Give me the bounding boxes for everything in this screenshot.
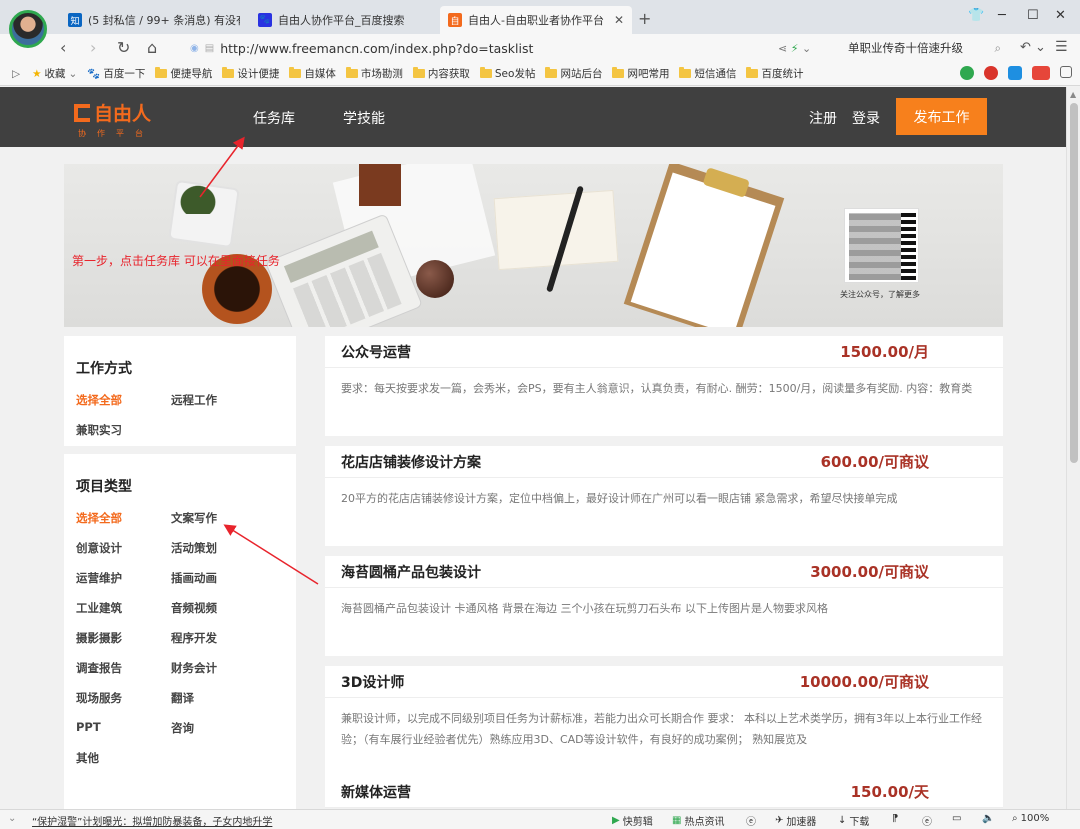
search-text: 单职业传奇十倍速升级 [848, 41, 963, 55]
address-bar-row: ‹ › ↻ ⌂ ◉ ▤ http://www.freemancn.com/ind… [0, 34, 1080, 62]
bookmark-folder[interactable]: Seo发帖 [479, 66, 535, 81]
bookmark-baidu[interactable]: 🐾 百度一下 [87, 66, 145, 81]
news-ticker[interactable]: “保护湿警”计划曝光：拟增加防暴装备，子女内地升学 [32, 813, 272, 828]
bookmarks-bar: ▷ ★ 收藏 ⌄ 🐾 百度一下 便捷导航 设计便捷 自媒体 市场勘测 内容获取 Seo… [0, 62, 1080, 86]
bookmark-folder[interactable]: 设计便捷 [222, 66, 279, 81]
bookmark-folder[interactable]: 百度统计 [746, 66, 803, 81]
shirt-skin-icon[interactable]: 👕 [968, 8, 984, 23]
bookmark-folder[interactable]: 内容获取 [412, 66, 470, 81]
annotation-arrows [199, 136, 319, 585]
bookmark-favorites[interactable]: ★ 收藏 ⌄ [32, 66, 77, 81]
tab-label: 自由人协作平台_百度搜索 [278, 14, 405, 27]
adblock-extension-icon[interactable] [984, 66, 998, 80]
news-icon: ▦ [672, 815, 682, 826]
freeman-favicon-icon: 自 [448, 13, 462, 27]
baidu-paw-icon: 🐾 [87, 68, 101, 80]
url-field[interactable]: ◉ ▤ http://www.freemancn.com/index.php?d… [190, 37, 830, 59]
bookmark-folder[interactable]: 短信通信 [679, 66, 736, 81]
undo-icon[interactable]: ↶ ⌄ [1020, 40, 1046, 55]
folder-icon [545, 67, 558, 78]
browser-status-bar: ⌄ “保护湿警”计划曝光：拟增加防暴装备，子女内地升学 ▶ 快剪辑 ▦ 热点资讯 ⓔ… [0, 809, 1080, 829]
bookmark-folder[interactable]: 网吧常用 [612, 66, 669, 81]
ie-icon[interactable]: ⓔ [746, 813, 756, 828]
web-page: 自由人 协作平台 任务库 学技能 注册 登录 发布工作 关注公众号，了解更多 第… [0, 87, 1066, 809]
sidebar-toggle-icon[interactable]: ▷ [12, 68, 20, 80]
back-button[interactable]: ‹ [60, 38, 66, 57]
search-icon[interactable]: ⌕ [995, 41, 1001, 56]
bookmark-folder[interactable]: 便捷导航 [155, 66, 212, 81]
screenshot-extension-icon[interactable] [1032, 66, 1050, 80]
status-download[interactable]: ↓ 下载 [838, 813, 869, 828]
browser-tab-baidu[interactable]: 🐾 自由人协作平台_百度搜索 [250, 6, 436, 34]
page-icon: ▤ [204, 42, 215, 54]
page-scrollbar[interactable]: ▲ [1066, 87, 1080, 809]
browser-tab-zhihu[interactable]: 知 (5 封私信 / 99+ 条消息) 有没有… [60, 6, 240, 34]
wechat-extension-icon[interactable] [960, 66, 974, 80]
window-icon[interactable]: ▭ [952, 813, 961, 824]
bookmark-folder[interactable]: 市场勘测 [345, 66, 403, 81]
download-icon: ↓ [838, 815, 847, 826]
expand-icon[interactable]: ⌄ [8, 813, 16, 824]
ie-icon[interactable]: ⓔ [922, 813, 932, 828]
security-icon: ◉ [190, 42, 199, 54]
browser-tab-freeman-active[interactable]: 自 自由人-自由职业者协作平台 ✕ [440, 6, 632, 34]
folder-icon [289, 67, 302, 78]
user-avatar[interactable] [9, 10, 47, 48]
share-icon[interactable]: ⋖ ⚡ ⌄ [778, 42, 811, 55]
sound-icon[interactable]: 🔈 [982, 813, 994, 824]
url-text: http://www.freemancn.com/index.php?do=ta… [220, 40, 534, 56]
rocket-icon: ✈ [775, 815, 784, 826]
folder-icon [746, 67, 759, 78]
folder-icon [679, 67, 692, 78]
menu-icon[interactable]: ☰ [1055, 39, 1068, 55]
play-icon: ▶ [612, 815, 620, 826]
forward-button[interactable]: › [90, 38, 96, 57]
maximize-button[interactable]: ☐ [1027, 8, 1039, 23]
folder-icon [412, 67, 425, 78]
tab-label: 自由人-自由职业者协作平台 [468, 14, 604, 27]
baidu-paw-icon: 🐾 [258, 13, 272, 27]
extension-icons [960, 66, 1072, 80]
reload-button[interactable]: ↻ [117, 38, 130, 57]
minimize-button[interactable]: ─ [998, 8, 1006, 23]
close-window-button[interactable]: ✕ [1055, 8, 1066, 23]
scroll-up-icon[interactable]: ▲ [1070, 90, 1076, 99]
arrow-to-copywriting [223, 524, 319, 585]
browser-tab-bar: 知 (5 封私信 / 99+ 条消息) 有没有… 🐾 自由人协作平台_百度搜索 … [0, 0, 1080, 48]
new-tab-button[interactable]: + [638, 9, 651, 28]
status-accelerator[interactable]: ✈ 加速器 [775, 813, 816, 828]
status-quickcut[interactable]: ▶ 快剪辑 [612, 813, 653, 828]
home-button[interactable]: ⌂ [147, 38, 157, 57]
tab-label: (5 封私信 / 99+ 条消息) 有没有… [88, 14, 240, 27]
star-icon: ★ [32, 67, 42, 80]
zoom-icon: ⌕ [1012, 813, 1018, 824]
tab-close-icon[interactable]: ✕ [614, 13, 624, 27]
zhihu-favicon-icon: 知 [68, 13, 82, 27]
scroll-thumb[interactable] [1070, 103, 1078, 463]
folder-icon [155, 67, 168, 78]
zoom-control[interactable]: ⌕ 100% [1012, 813, 1049, 824]
folder-icon [345, 67, 358, 78]
bookmark-folder[interactable]: 网站后台 [545, 66, 602, 81]
search-input[interactable]: 单职业传奇十倍速升级 ⌕ [842, 37, 1007, 59]
arrow-to-task-library [199, 136, 245, 198]
folder-icon [612, 67, 625, 78]
translate-extension-icon[interactable] [1008, 66, 1022, 80]
translate-icon[interactable]: ⁋ [892, 813, 898, 824]
apps-grid-icon[interactable] [1060, 66, 1072, 78]
status-hot-news[interactable]: ▦ 热点资讯 [672, 813, 724, 828]
bookmark-folder[interactable]: 自媒体 [289, 66, 336, 81]
folder-icon [479, 67, 492, 78]
folder-icon [222, 67, 235, 78]
